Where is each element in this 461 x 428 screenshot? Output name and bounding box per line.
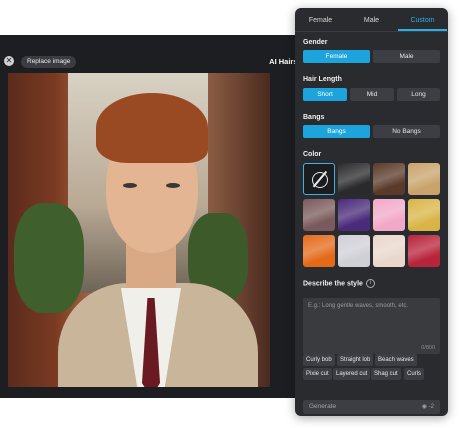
- photo-hair: [96, 93, 208, 163]
- length-short-button[interactable]: Short: [303, 88, 347, 101]
- color-swatch-red[interactable]: [408, 235, 440, 267]
- color-swatch-silver[interactable]: [338, 235, 370, 267]
- color-swatch-light-beige[interactable]: [373, 235, 405, 267]
- preset-chip[interactable]: Curly bob: [303, 354, 335, 366]
- gender-male-button[interactable]: Male: [373, 50, 440, 63]
- describe-style-label: Describe the style i: [303, 279, 375, 288]
- gender-label: Gender: [303, 39, 328, 46]
- hair-length-label: Hair Length: [303, 76, 342, 83]
- generate-cost-value: -2: [428, 404, 434, 410]
- color-swatch-mauve-brown[interactable]: [303, 199, 335, 231]
- preset-chip[interactable]: Curls: [404, 368, 425, 380]
- color-swatch-dark-brown[interactable]: [373, 163, 405, 195]
- style-description-placeholder: E.g.: Long gentle waves, smooth, etc.: [308, 303, 409, 309]
- preset-chip[interactable]: Layered cut: [333, 368, 371, 380]
- preset-chip[interactable]: Pixie cut: [303, 368, 332, 380]
- tab-custom[interactable]: Custom: [397, 17, 448, 24]
- color-swatch-purple[interactable]: [338, 199, 370, 231]
- color-swatch-none[interactable]: [303, 163, 335, 195]
- hairstyle-panel: Female Male Custom Gender Female Male Ha…: [295, 8, 448, 416]
- style-description-input[interactable]: E.g.: Long gentle waves, smooth, etc. 0/…: [303, 298, 440, 354]
- color-label: Color: [303, 151, 322, 158]
- replace-image-button[interactable]: Replace image: [21, 56, 77, 68]
- color-swatch-pink[interactable]: [373, 199, 405, 231]
- gender-female-button[interactable]: Female: [303, 50, 370, 63]
- length-mid-button[interactable]: Mid: [350, 88, 394, 101]
- color-swatch-black[interactable]: [338, 163, 370, 195]
- tab-bar: Female Male Custom: [295, 8, 448, 32]
- bangs-button[interactable]: Bangs: [303, 125, 370, 138]
- color-swatch-golden[interactable]: [408, 199, 440, 231]
- photo-eye-right: [166, 183, 180, 188]
- preset-chip[interactable]: Shag cut: [371, 368, 401, 380]
- tab-female[interactable]: Female: [295, 17, 346, 24]
- portrait-photo: [8, 73, 270, 387]
- tab-male[interactable]: Male: [346, 17, 397, 24]
- color-swatch-blonde[interactable]: [408, 163, 440, 195]
- photo-tree-left: [14, 203, 84, 313]
- active-tab-indicator: [398, 29, 447, 31]
- photo-eye-left: [123, 183, 137, 188]
- generate-cost: ◉ -2: [422, 403, 434, 410]
- generate-label: Generate: [309, 403, 337, 410]
- info-icon[interactable]: i: [365, 279, 375, 288]
- preset-chip[interactable]: Straight lob: [337, 354, 374, 366]
- character-counter: 0/800: [421, 345, 435, 351]
- length-long-button[interactable]: Long: [397, 88, 440, 101]
- preset-chip[interactable]: Beach waves: [375, 354, 417, 366]
- coin-icon: ◉: [421, 404, 427, 410]
- close-icon[interactable]: ✕: [4, 56, 14, 66]
- describe-style-text: Describe the style: [303, 280, 363, 288]
- color-swatch-orange[interactable]: [303, 235, 335, 267]
- generate-button[interactable]: Generate ◉ -2: [303, 400, 440, 414]
- bangs-label: Bangs: [303, 114, 325, 121]
- no-bangs-button[interactable]: No Bangs: [373, 125, 440, 138]
